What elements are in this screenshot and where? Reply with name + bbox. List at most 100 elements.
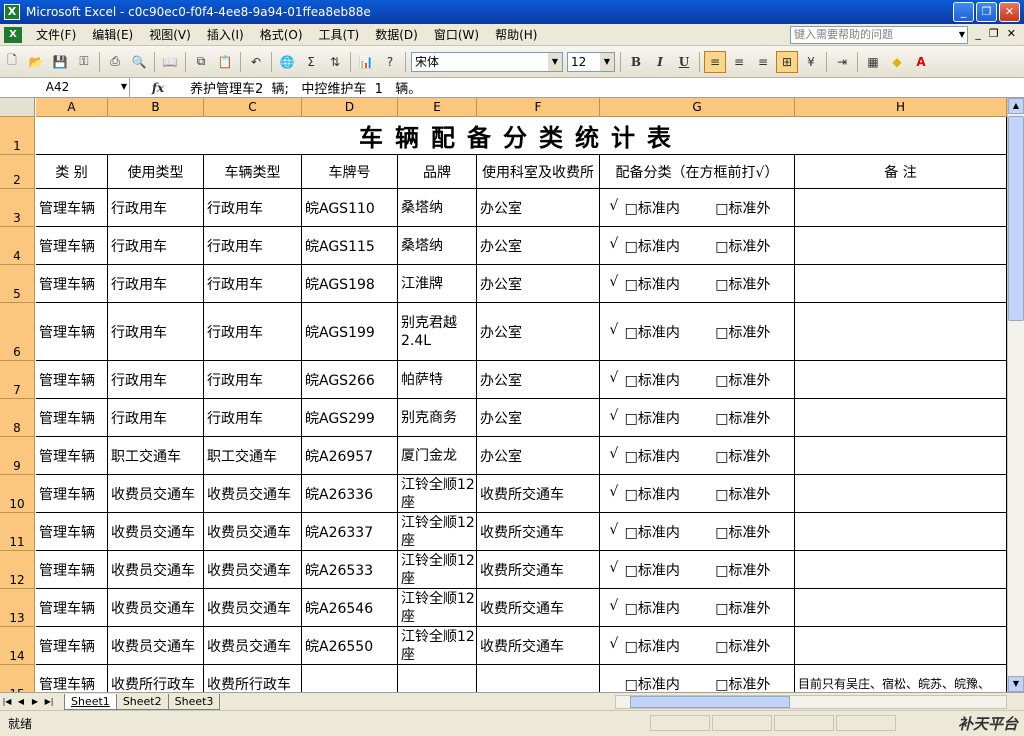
font-name-select[interactable]: 宋体 ▼ bbox=[411, 51, 563, 72]
select-all-corner[interactable] bbox=[0, 98, 35, 117]
remarks-cell[interactable] bbox=[795, 265, 1007, 303]
autosum-icon[interactable]: Σ bbox=[300, 51, 322, 73]
row-header[interactable]: 10 bbox=[0, 475, 35, 513]
doc-close-button[interactable]: ✕ bbox=[1007, 27, 1016, 40]
table-cell[interactable]: 办公室 bbox=[477, 227, 600, 265]
table-cell[interactable]: 收费员交通车 bbox=[108, 475, 204, 513]
table-cell[interactable]: 行政用车 bbox=[108, 189, 204, 227]
menu-file[interactable]: 文件(F) bbox=[28, 25, 84, 45]
table-cell[interactable]: 行政用车 bbox=[108, 265, 204, 303]
standard-outside-option[interactable]: □标准外 bbox=[715, 598, 794, 618]
row-header[interactable]: 6 bbox=[0, 303, 35, 361]
borders-icon[interactable]: ▦ bbox=[862, 51, 884, 73]
table-cell[interactable]: 行政用车 bbox=[108, 227, 204, 265]
doc-restore-button[interactable]: ❐ bbox=[989, 27, 999, 40]
table-cell[interactable]: 收费员交通车 bbox=[108, 589, 204, 627]
table-cell[interactable]: 管理车辆 bbox=[36, 189, 108, 227]
row-header[interactable]: 8 bbox=[0, 399, 35, 437]
undo-icon[interactable]: ↶ bbox=[245, 51, 267, 73]
config-class-cell[interactable]: √ □标准内 □标准外 bbox=[600, 513, 795, 551]
table-cell[interactable]: 皖AGS115 bbox=[302, 227, 398, 265]
remarks-cell[interactable] bbox=[795, 361, 1007, 399]
last-sheet-icon[interactable]: ▶| bbox=[42, 697, 56, 706]
table-cell[interactable]: 别克商务 bbox=[398, 399, 477, 437]
currency-icon[interactable]: ¥ bbox=[800, 51, 822, 73]
menu-help[interactable]: 帮助(H) bbox=[487, 25, 545, 45]
standard-inside-option[interactable]: □标准内 bbox=[625, 198, 716, 218]
standard-inside-option[interactable]: □标准内 bbox=[625, 322, 716, 342]
table-cell[interactable]: 办公室 bbox=[477, 361, 600, 399]
table-cell[interactable]: 行政用车 bbox=[108, 303, 204, 361]
open-icon[interactable]: 📂 bbox=[25, 51, 47, 73]
menu-tools[interactable]: 工具(T) bbox=[311, 25, 368, 45]
standard-outside-option[interactable]: □标准外 bbox=[715, 674, 794, 693]
table-cell[interactable]: 管理车辆 bbox=[36, 627, 108, 665]
font-color-icon[interactable]: A bbox=[910, 51, 932, 73]
table-cell[interactable]: 收费所行政车 bbox=[108, 665, 204, 692]
scroll-up-icon[interactable]: ▲ bbox=[1008, 98, 1024, 114]
table-cell[interactable]: 管理车辆 bbox=[36, 475, 108, 513]
help-search-input[interactable]: 键入需要帮助的问题 bbox=[790, 26, 968, 44]
table-cell[interactable]: 办公室 bbox=[477, 303, 600, 361]
column-header-b[interactable]: B bbox=[108, 98, 204, 117]
indent-icon[interactable]: ⇥ bbox=[831, 51, 853, 73]
copy-icon[interactable]: ⧉ bbox=[190, 51, 212, 73]
standard-inside-option[interactable]: □标准内 bbox=[625, 484, 716, 504]
excel-app-icon[interactable]: X bbox=[4, 4, 20, 20]
vertical-scrollbar[interactable]: ▲ ▼ bbox=[1007, 98, 1024, 692]
table-cell[interactable]: 收费所交通车 bbox=[477, 551, 600, 589]
table-cell[interactable]: 皖AGS299 bbox=[302, 399, 398, 437]
table-cell[interactable]: 管理车辆 bbox=[36, 399, 108, 437]
print-icon[interactable]: ⎙ bbox=[104, 51, 126, 73]
table-cell[interactable]: 江铃全顺12座 bbox=[398, 475, 477, 513]
table-cell[interactable]: 收费员交通车 bbox=[108, 627, 204, 665]
table-cell[interactable]: 办公室 bbox=[477, 437, 600, 475]
standard-outside-option[interactable]: □标准外 bbox=[715, 370, 794, 390]
table-cell[interactable]: 江铃全顺12座 bbox=[398, 627, 477, 665]
table-cell[interactable]: 收费所交通车 bbox=[477, 475, 600, 513]
row-header[interactable]: 3 bbox=[0, 189, 35, 227]
table-cell[interactable]: 厦门金龙 bbox=[398, 437, 477, 475]
row-header[interactable]: 14 bbox=[0, 627, 35, 665]
standard-outside-option[interactable]: □标准外 bbox=[715, 274, 794, 294]
new-icon[interactable]: 🗋 bbox=[1, 51, 23, 73]
minimize-button[interactable]: _ bbox=[953, 2, 974, 22]
standard-outside-option[interactable]: □标准外 bbox=[715, 198, 794, 218]
remarks-cell[interactable] bbox=[795, 513, 1007, 551]
remarks-cell[interactable] bbox=[795, 437, 1007, 475]
table-cell[interactable]: 桑塔纳 bbox=[398, 189, 477, 227]
standard-outside-option[interactable]: □标准外 bbox=[715, 322, 794, 342]
column-header-f[interactable]: F bbox=[477, 98, 600, 117]
chevron-down-icon[interactable]: ▼ bbox=[956, 26, 968, 44]
table-cell[interactable]: 行政用车 bbox=[204, 303, 302, 361]
table-cell[interactable]: 收费所交通车 bbox=[477, 589, 600, 627]
worksheet-grid[interactable]: ABCDEFGH123456789101112131415车辆配备分类统计表类 … bbox=[0, 98, 1007, 692]
remarks-cell[interactable]: 目前只有吴庄、宿松、皖苏、皖豫、 bbox=[795, 665, 1007, 692]
table-cell[interactable]: 收费员交通车 bbox=[204, 475, 302, 513]
standard-inside-option[interactable]: □标准内 bbox=[625, 522, 716, 542]
table-cell[interactable]: 行政用车 bbox=[204, 265, 302, 303]
row-header[interactable]: 11 bbox=[0, 513, 35, 551]
formula-input[interactable]: 养护管理车2 辆; 中控维护车 1 辆。 bbox=[186, 78, 421, 97]
remarks-cell[interactable] bbox=[795, 551, 1007, 589]
table-cell[interactable]: 收费员交通车 bbox=[204, 627, 302, 665]
column-title-cell[interactable]: 配备分类（在方框前打√） bbox=[600, 155, 795, 189]
remarks-cell[interactable] bbox=[795, 399, 1007, 437]
table-cell[interactable]: 行政用车 bbox=[108, 361, 204, 399]
table-cell[interactable]: 收费员交通车 bbox=[108, 551, 204, 589]
row-header[interactable]: 13 bbox=[0, 589, 35, 627]
merge-center-icon[interactable]: ⊞ bbox=[776, 50, 798, 73]
column-header-e[interactable]: E bbox=[398, 98, 477, 117]
table-cell[interactable]: 收费所交通车 bbox=[477, 627, 600, 665]
row-header[interactable]: 15 bbox=[0, 665, 35, 692]
horizontal-scroll-thumb[interactable] bbox=[630, 696, 790, 708]
table-cell[interactable]: 办公室 bbox=[477, 399, 600, 437]
config-class-cell[interactable]: □标准内 □标准外 bbox=[600, 665, 795, 692]
table-cell[interactable]: 收费员交通车 bbox=[204, 589, 302, 627]
menu-edit[interactable]: 编辑(E) bbox=[84, 25, 141, 45]
table-cell[interactable]: 管理车辆 bbox=[36, 361, 108, 399]
config-class-cell[interactable]: √ □标准内 □标准外 bbox=[600, 189, 795, 227]
chart-wizard-icon[interactable]: 📊 bbox=[355, 51, 377, 73]
name-box[interactable]: A42 ▼ bbox=[0, 78, 130, 97]
table-cell[interactable]: 江铃全顺12座 bbox=[398, 513, 477, 551]
